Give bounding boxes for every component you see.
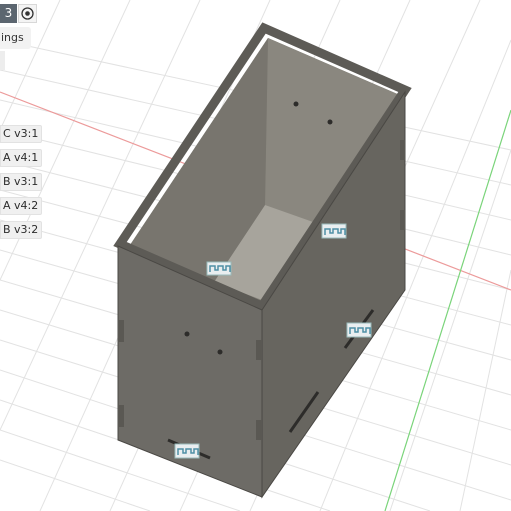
- component-chip[interactable]: B v3:1: [0, 173, 42, 191]
- component-chip[interactable]: A v4:2: [0, 197, 42, 215]
- joint-marker-icon[interactable]: [206, 261, 232, 276]
- 3d-viewport[interactable]: [0, 0, 511, 511]
- joint-marker-icon[interactable]: [346, 322, 372, 338]
- collapsed-panel-tab[interactable]: [0, 51, 5, 70]
- joint-marker-icon[interactable]: [321, 223, 347, 239]
- settings-button[interactable]: ings: [0, 27, 31, 49]
- version-badge[interactable]: 3: [0, 4, 17, 23]
- front-hole-2: [217, 349, 223, 355]
- front-hole-1: [184, 331, 190, 337]
- radio-target-icon[interactable]: [18, 4, 37, 23]
- component-chip[interactable]: C v3:1: [0, 125, 42, 143]
- component-chip[interactable]: B v3:2: [0, 221, 42, 239]
- box-model[interactable]: [113, 22, 412, 499]
- joint-marker-icon[interactable]: [174, 443, 200, 459]
- back-hole-2: [327, 119, 333, 125]
- component-chip[interactable]: A v4:1: [0, 149, 42, 167]
- back-hole-1: [293, 101, 299, 107]
